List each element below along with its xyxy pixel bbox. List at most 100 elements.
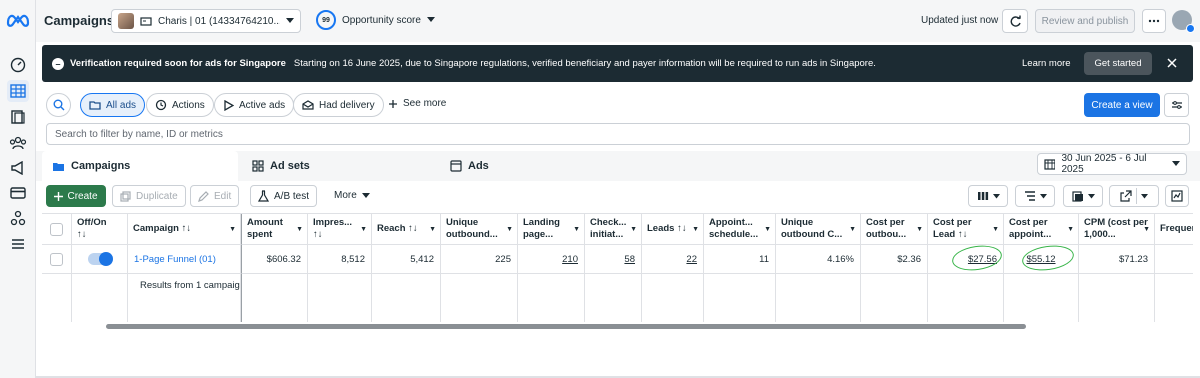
columns-button[interactable] [968, 185, 1008, 207]
horizontal-scrollbar[interactable] [106, 324, 1026, 329]
tab-ads[interactable]: Ads [440, 151, 634, 181]
column-header-impressions[interactable]: Impres... ↑↓ ▼ [308, 214, 372, 244]
column-header-unique-outbound-ctr[interactable]: Unique outbound C... ▼ [776, 214, 861, 244]
audiences-icon[interactable] [7, 132, 29, 154]
reports-button[interactable] [1063, 185, 1103, 207]
column-header-cost-per-outbound[interactable]: Cost per outbou... ▼ [861, 214, 928, 244]
leads-link[interactable]: 22 [686, 254, 697, 265]
column-header-leads[interactable]: Leads ↑↓ ▼ [642, 214, 704, 244]
date-range-text: 30 Jun 2025 - 6 Jul 2025 [1061, 153, 1147, 175]
ads-manager-table-icon[interactable] [7, 80, 29, 102]
menu-icon[interactable] [7, 233, 29, 255]
campaign-name-link[interactable]: 1-Page Funnel (01) [134, 254, 216, 265]
unique-outbound-ctr-header-label: Unique outbound C... [781, 217, 843, 240]
summary-cell [308, 273, 372, 322]
opportunity-score[interactable]: 99 Opportunity score [316, 10, 435, 30]
refresh-icon [1010, 15, 1021, 27]
tab-ad-sets[interactable]: Ad sets [242, 151, 436, 181]
tab-campaigns[interactable]: Campaigns [42, 151, 238, 181]
chevron-down-icon [1039, 193, 1047, 198]
billing-card-icon[interactable] [7, 182, 29, 204]
column-header-offon[interactable]: Off/On ↑↓ [72, 214, 128, 244]
date-range-picker[interactable]: 30 Jun 2025 - 6 Jul 2025 [1037, 153, 1187, 175]
breakdown-button[interactable] [1015, 185, 1055, 207]
action-toolbar: Create Duplicate Edit A/B test More [36, 181, 1200, 211]
export-button[interactable] [1109, 185, 1159, 207]
column-header-cpm[interactable]: CPM (cost per 1,000... ▼ [1079, 214, 1155, 244]
search-input[interactable]: Search to filter by name, ID or metrics [46, 123, 1190, 145]
dashboard-icon[interactable] [7, 54, 29, 76]
banner-title: Verification required soon for ads for S… [70, 58, 286, 69]
duplicate-button[interactable]: Duplicate [112, 185, 186, 207]
select-all-checkbox[interactable] [50, 222, 63, 236]
charts-button[interactable] [1165, 185, 1189, 207]
chart-icon [1171, 190, 1183, 202]
review-and-publish-button[interactable]: Review and publish [1035, 9, 1135, 33]
profile-avatar[interactable] [1172, 10, 1195, 33]
page-title: Campaigns [44, 13, 115, 28]
table-cell: 4.16% [776, 244, 861, 273]
business-settings-icon[interactable] [7, 207, 29, 229]
learn-more-link[interactable]: Learn more [1022, 58, 1071, 69]
filter-actions[interactable]: Actions [146, 93, 214, 117]
sort-icon: ↑↓ [77, 229, 87, 240]
column-header-checkouts[interactable]: Check... initiat... ▼ [585, 214, 642, 244]
checkouts-link[interactable]: 58 [624, 254, 635, 265]
ab-test-button[interactable]: A/B test [250, 185, 318, 207]
campaign-toggle[interactable] [87, 252, 113, 266]
summary-cell [72, 273, 128, 322]
summary-cell [1079, 273, 1155, 322]
column-header-appointments[interactable]: Appoint... schedule... ▼ [704, 214, 776, 244]
column-header-unique-outbound[interactable]: Unique outbound... ▼ [441, 214, 518, 244]
summary-cell [1155, 273, 1193, 322]
account-selector[interactable]: Charis | 01 (14334764210... [111, 9, 301, 33]
select-all-header [42, 214, 72, 244]
refresh-button[interactable] [1002, 9, 1028, 33]
sort-icon: ↑↓ [958, 229, 968, 240]
meta-logo-icon[interactable] [6, 12, 30, 28]
chevron-down-icon [286, 18, 294, 23]
envelope-icon [302, 100, 314, 110]
row-checkbox[interactable] [50, 252, 63, 266]
folder-icon [89, 101, 101, 110]
cost-per-lead-header-label: Cost per Lead [933, 217, 972, 240]
column-header-amount-spent[interactable]: Amount spent ▼ [241, 214, 308, 244]
more-actions-button[interactable]: More [334, 190, 370, 201]
see-more-label: See more [403, 98, 447, 109]
search-button[interactable] [46, 93, 71, 117]
megaphone-icon[interactable] [7, 157, 29, 179]
ellipsis-icon [1148, 19, 1160, 23]
column-header-campaign[interactable]: Campaign ↑↓ ▼ [128, 214, 241, 244]
column-header-frequency[interactable]: Frequer [1155, 214, 1193, 244]
row-toggle-cell [72, 244, 128, 273]
create-button[interactable]: Create [46, 185, 106, 207]
column-header-cost-per-appointment[interactable]: Cost per appoint... ▼ [1004, 214, 1079, 244]
opportunity-score-label: Opportunity score [342, 14, 421, 26]
summary-cell [372, 273, 441, 322]
filter-settings-button[interactable] [1164, 93, 1189, 117]
more-options-button[interactable] [1142, 9, 1166, 33]
column-header-cost-per-lead[interactable]: Cost per Lead ↑↓ ▼ [928, 214, 1004, 244]
table-cell [1155, 244, 1193, 273]
see-more-filters[interactable]: See more [388, 98, 446, 109]
pages-icon[interactable] [7, 106, 29, 128]
close-icon[interactable] [1164, 54, 1180, 72]
table-cell: 8,512 [308, 244, 372, 273]
edit-button[interactable]: Edit [190, 185, 240, 207]
get-started-button[interactable]: Get started [1084, 52, 1152, 75]
filter-active-ads[interactable]: Active ads [214, 93, 295, 117]
table-cell: 58 [585, 244, 642, 273]
filter-active-ads-label: Active ads [239, 99, 286, 111]
chevron-down-icon: ▼ [229, 226, 236, 233]
toggle-knob [98, 252, 113, 266]
column-header-reach[interactable]: Reach ↑↓ ▼ [372, 214, 441, 244]
create-view-button[interactable]: Create a view [1084, 93, 1160, 117]
plus-icon [389, 99, 397, 108]
breakdown-icon [1024, 191, 1035, 201]
table-cell: $606.32 [241, 244, 308, 273]
summary-cell [928, 273, 1004, 322]
landing-page-link[interactable]: 210 [562, 254, 578, 265]
filter-all-ads[interactable]: All ads [80, 93, 146, 117]
filter-had-delivery[interactable]: Had delivery [293, 93, 384, 117]
column-header-landing-page[interactable]: Landing page... ▼ [518, 214, 585, 244]
